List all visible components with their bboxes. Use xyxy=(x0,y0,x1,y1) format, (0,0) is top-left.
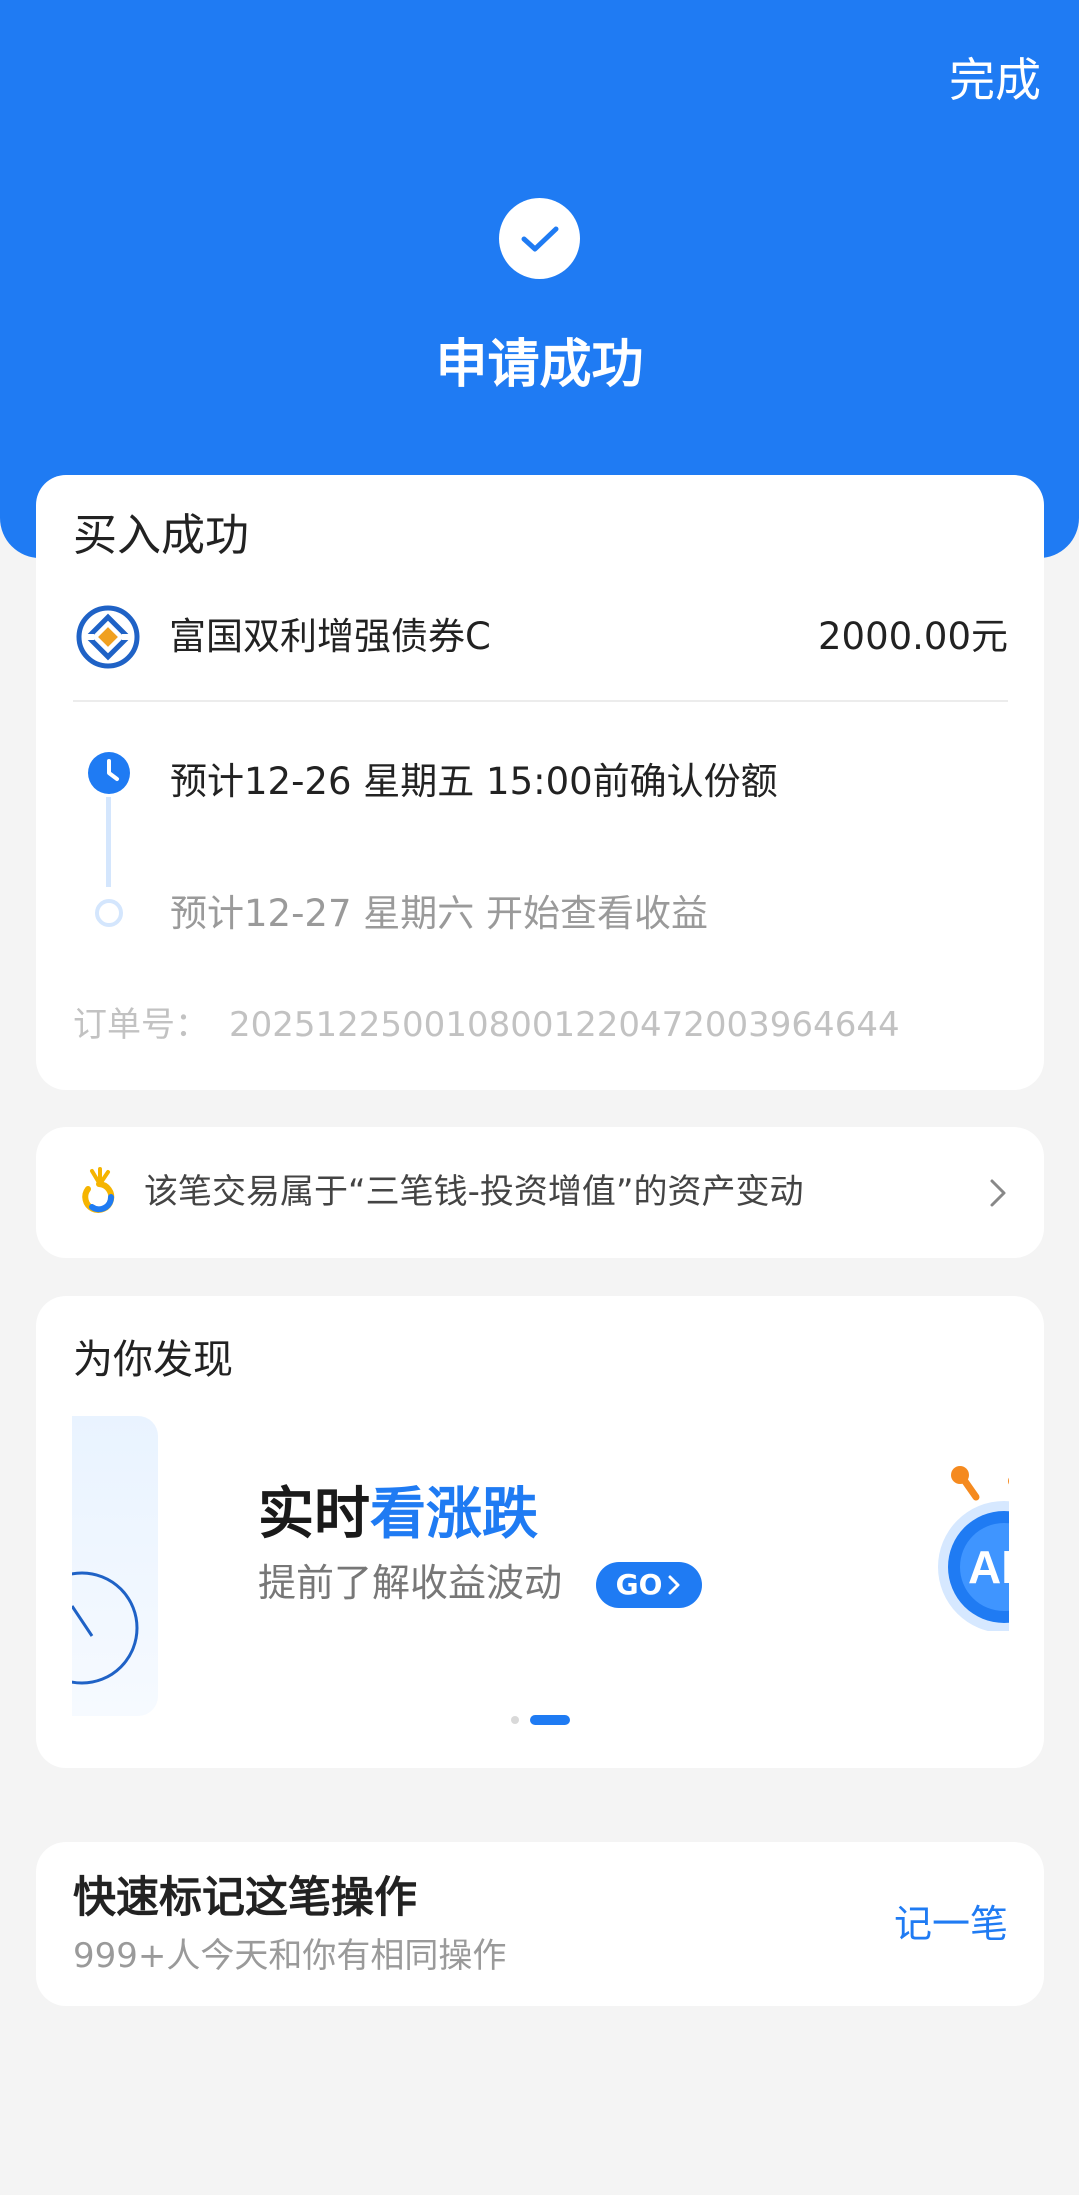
carousel-dot-active xyxy=(530,1715,570,1725)
check-icon xyxy=(499,198,580,279)
fund-name: 富国双利增强债券C xyxy=(169,615,491,658)
go-label: GO xyxy=(615,1568,663,1601)
clock-icon xyxy=(87,751,131,795)
timeline-step-earnings: 预计12-27 星期六 开始查看收益 xyxy=(170,892,709,935)
fund-company-logo-icon xyxy=(76,605,140,669)
asset-change-notice[interactable]: 该笔交易属于“三笔钱-投资增值”的资产变动 xyxy=(36,1127,1044,1258)
banner-headline-part1: 实时 xyxy=(258,1482,370,1547)
pending-step-dot-icon xyxy=(95,899,123,927)
go-button[interactable]: GO xyxy=(596,1562,702,1608)
timeline-line xyxy=(106,797,111,887)
order-card-title: 买入成功 xyxy=(73,510,249,561)
chevron-right-icon xyxy=(986,1173,1010,1213)
done-button[interactable]: 完成 xyxy=(949,50,1041,110)
timeline-step-confirm: 预计12-26 星期五 15:00前确认份额 xyxy=(170,760,778,803)
divider xyxy=(73,700,1008,702)
asset-change-text: 该笔交易属于“三笔钱-投资增值”的资产变动 xyxy=(144,1172,804,1212)
record-button[interactable]: 记一笔 xyxy=(894,1897,1008,1951)
order-number-label: 订单号： xyxy=(73,1005,209,1045)
discover-title: 为你发现 xyxy=(73,1337,233,1383)
order-card: 买入成功 富国双利增强债券C 2000.00元 预计12-26 星期五 15:0… xyxy=(36,475,1044,1090)
carousel-dot xyxy=(511,1716,519,1724)
fund-amount: 2000.00元 xyxy=(817,615,1008,658)
ai-assistant-icon: AI xyxy=(932,1461,1009,1633)
ai-badge: AI xyxy=(968,1541,1009,1593)
carousel-indicator xyxy=(36,1714,1044,1726)
quick-mark-card: 快速标记这笔操作 999+人今天和你有相同操作 记一笔 xyxy=(36,1842,1044,2006)
banner-headline: 实时看涨跌 xyxy=(258,1478,538,1552)
previous-slide-peek xyxy=(72,1416,158,1716)
promo-banner[interactable]: 实时看涨跌 提前了解收益波动 GO AI xyxy=(72,1416,1009,1726)
banner-subtitle: 提前了解收益波动 xyxy=(258,1561,563,1605)
status-title: 申请成功 xyxy=(435,335,644,395)
money-bag-icon xyxy=(78,1167,120,1219)
order-number: 2025122500108001220472003964644 xyxy=(229,1005,900,1045)
chevron-right-icon xyxy=(668,1575,680,1595)
banner-headline-part2: 看涨跌 xyxy=(370,1482,538,1547)
quick-mark-title: 快速标记这笔操作 xyxy=(73,1873,417,1923)
discover-card: 为你发现 实时看涨跌 提前了解收益波动 GO AI xyxy=(36,1296,1044,1768)
quick-mark-subtitle: 999+人今天和你有相同操作 xyxy=(73,1936,507,1976)
